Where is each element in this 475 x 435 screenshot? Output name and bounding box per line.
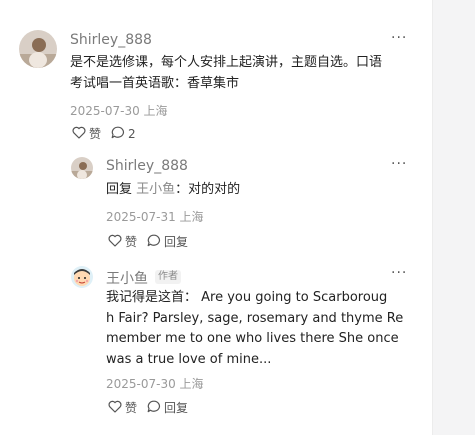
reply-body: ：对的对的: [175, 182, 241, 197]
reply-text-line: was a true love of mine...: [106, 351, 272, 367]
comment-actions: 赞 2: [72, 125, 146, 142]
reply-date-location: 2025-07-31 上海: [106, 210, 204, 224]
reply-text-line: h Fair? Parsley, sage, rosemary and thym…: [106, 310, 404, 326]
comment-author-name[interactable]: Shirley_888: [70, 32, 152, 48]
reply-author-name[interactable]: 王小鱼: [106, 268, 148, 288]
comment-bubble-icon: [111, 126, 128, 142]
reply-count: 2: [128, 126, 136, 141]
heart-icon: [108, 400, 125, 416]
author-badge: 作者: [155, 270, 181, 284]
more-options-icon[interactable]: ···: [391, 30, 407, 46]
reply-date-location: 2025-07-30 上海: [106, 377, 204, 391]
comment-text-line: 考试唱一首英语歌：香草集市: [70, 75, 240, 91]
avatar[interactable]: [71, 157, 93, 179]
like-label: 赞: [125, 235, 138, 249]
reply-text-line: member me to one who lives there She onc…: [106, 331, 399, 346]
heart-icon: [72, 126, 89, 142]
like-label: 赞: [125, 401, 138, 415]
reply-button[interactable]: 回复: [147, 399, 188, 416]
comment-date-location: 2025-07-30 上海: [70, 104, 168, 118]
heart-icon: [108, 234, 125, 250]
reply-prefix: 回复: [106, 182, 137, 197]
reply-label: 回复: [164, 401, 189, 415]
comment-text: 是不是选修课，每个人安排上起演讲，主题自选。口语 考试唱一首英语歌：香草集市: [70, 53, 425, 94]
like-button[interactable]: 赞: [108, 399, 137, 416]
reply-text-line: 我记得是这首： Are you going to Scarboroug: [106, 290, 388, 305]
reply-button[interactable]: 回复: [147, 233, 188, 250]
like-button[interactable]: 赞: [108, 233, 137, 250]
reply-text: 回复 王小鱼：对的对的: [106, 180, 426, 201]
like-label: 赞: [89, 127, 102, 141]
comment-text-line: 是不是选修课，每个人安排上起演讲，主题自选。口语: [70, 55, 383, 70]
scrollbar-track[interactable]: [432, 0, 475, 435]
reply-author-name[interactable]: Shirley_888: [106, 158, 188, 174]
like-button[interactable]: 赞: [72, 125, 101, 142]
more-options-icon[interactable]: ···: [391, 265, 407, 281]
reply-actions: 赞 回复: [108, 233, 198, 250]
comment-bubble-icon: [147, 234, 164, 250]
reply-count-button[interactable]: 2: [111, 126, 136, 142]
reply-actions: 赞 回复: [108, 399, 198, 416]
reply-label: 回复: [164, 235, 189, 249]
reply-text: 我记得是这首： Are you going to Scarboroug h Fa…: [106, 288, 432, 370]
avatar[interactable]: [19, 30, 57, 68]
reply-target-link[interactable]: 王小鱼: [136, 182, 175, 197]
more-options-icon[interactable]: ···: [391, 156, 407, 172]
avatar[interactable]: [71, 266, 93, 288]
comment-bubble-icon: [147, 400, 164, 416]
